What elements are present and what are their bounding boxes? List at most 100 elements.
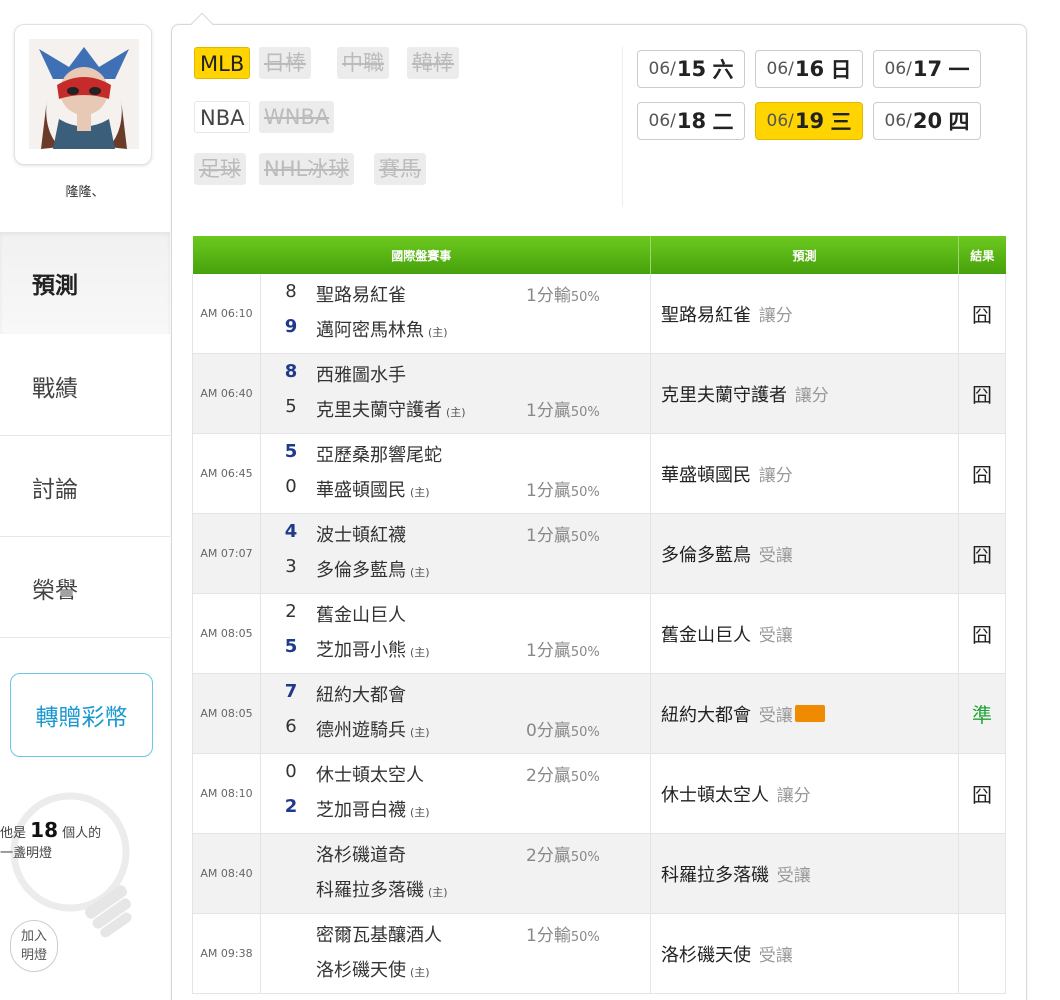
odds-percent: 50%	[570, 770, 600, 785]
lamp-count-text: 他是 18 個人的 一盞明燈	[0, 820, 150, 864]
odds-percent: 50%	[570, 290, 600, 305]
result: 囧	[958, 274, 1006, 354]
header-games: 國際盤賽事	[192, 236, 651, 274]
prediction-team: 華盛頓國民	[661, 464, 751, 486]
prediction-type: 受讓	[758, 945, 793, 966]
league-nhl[interactable]: NHL冰球	[259, 153, 355, 185]
nav-record-label: 戰績	[32, 375, 78, 402]
home-team[interactable]: 科羅拉多落磯	[316, 880, 424, 901]
date-0620[interactable]: 06/20 四	[873, 102, 981, 140]
league-soccer[interactable]: 足球	[194, 153, 246, 185]
game-cell: 0 休士頓太空人 2 芝加哥白襪 (主) 2分贏50%	[260, 753, 651, 834]
home-score: 9	[284, 316, 298, 337]
home-team[interactable]: 洛杉磯天使	[316, 960, 406, 981]
odds-percent: 50%	[570, 405, 600, 420]
nav-discussion[interactable]: 討論	[0, 437, 170, 537]
join-lamp-button[interactable]: 加入 明燈	[10, 920, 58, 972]
league-horse[interactable]: 賽馬	[374, 153, 426, 185]
away-team[interactable]: 亞歷桑那響尾蛇	[316, 441, 442, 467]
prediction-cell: 科羅拉多落磯 受讓	[650, 833, 959, 914]
league-wnba[interactable]: WNBA	[259, 101, 335, 133]
game-cell: 密爾瓦基釀酒人洛杉磯天使 (主) 1分輸50%	[260, 913, 651, 994]
prediction-type: 讓分	[794, 385, 829, 406]
home-score: 5	[285, 396, 297, 417]
games-table: 國際盤賽事 預測 結果 AM 06:10 8 聖路易紅雀 9 邁阿密馬林魚 (主) 1分輸5…	[192, 236, 1006, 994]
game-time: AM 06:45	[192, 433, 261, 514]
result	[958, 913, 1006, 994]
home-mark: (主)	[410, 486, 430, 499]
away-team[interactable]: 聖路易紅雀	[316, 281, 406, 307]
odds-value: 1分輸	[526, 286, 571, 306]
away-score: 8	[284, 361, 298, 382]
away-score: 7	[284, 681, 298, 702]
gift-coins-button[interactable]: 轉贈彩幣	[10, 673, 153, 757]
league-npb[interactable]: 日棒	[259, 47, 311, 79]
date-0616[interactable]: 06/16 日	[755, 50, 863, 88]
odds: 2分贏50%	[526, 841, 600, 866]
league-cpbl[interactable]: 中職	[337, 47, 389, 79]
avatar-image	[29, 39, 139, 149]
home-team-wrap: 洛杉磯天使 (主)	[316, 956, 430, 982]
home-team-wrap: 邁阿密馬林魚 (主)	[316, 316, 448, 342]
prediction-cell: 聖路易紅雀 讓分	[650, 274, 959, 354]
odds: 1分輸50%	[526, 921, 600, 946]
result: 囧	[958, 753, 1006, 834]
prediction-team: 舊金山巨人	[661, 624, 751, 646]
nav-honor[interactable]: 榮譽	[0, 538, 170, 638]
away-team[interactable]: 洛杉磯道奇	[316, 841, 406, 867]
game-time: AM 07:07	[192, 513, 261, 594]
home-score: 6	[285, 716, 297, 737]
table-row: AM 08:05 7 紐約大都會 6 德州遊騎兵 (主) 0分贏50% 紐約大都會 受讓準	[192, 673, 1006, 754]
home-mark: (主)	[410, 966, 430, 979]
prediction-cell: 華盛頓國民 讓分	[650, 433, 959, 514]
prediction-type: 讓分	[758, 465, 793, 486]
away-team[interactable]: 休士頓太空人	[316, 761, 424, 787]
date-0618[interactable]: 06/18 二	[637, 102, 745, 140]
nav-honor-label: 榮譽	[32, 577, 78, 604]
odds-value: 2分贏	[526, 846, 571, 866]
odds-value: 1分輸	[526, 926, 571, 946]
avatar[interactable]	[14, 24, 152, 165]
lamp-line2: 一盞明燈	[0, 846, 53, 861]
prediction-type: 受讓	[758, 545, 793, 566]
game-cell: 8 聖路易紅雀 9 邁阿密馬林魚 (主) 1分輸50%	[260, 274, 651, 354]
table-row: AM 09:38 密爾瓦基釀酒人 洛杉磯天使 (主) 1分輸50% 洛杉磯天使 受讓	[192, 913, 1006, 994]
home-mark: (主)	[410, 726, 430, 739]
away-team[interactable]: 密爾瓦基釀酒人	[316, 921, 442, 947]
prediction-type: 受讓	[758, 705, 793, 726]
odds: 0分贏50%	[526, 716, 600, 741]
main-pick-badge-icon	[794, 705, 825, 722]
odds-percent: 50%	[570, 930, 600, 945]
prediction-type: 受讓	[758, 625, 793, 646]
away-team[interactable]: 西雅圖水手	[316, 361, 406, 387]
date-0617[interactable]: 06/17 一	[873, 50, 981, 88]
home-team[interactable]: 德州遊騎兵	[316, 720, 406, 741]
nav-predict[interactable]: 預測	[0, 232, 170, 334]
home-score: 3	[285, 556, 297, 577]
result: 囧	[958, 593, 1006, 674]
home-mark: (主)	[428, 326, 448, 339]
game-time: AM 08:05	[192, 673, 261, 754]
result: 準	[958, 673, 1006, 754]
home-mark: (主)	[446, 406, 466, 419]
date-0619[interactable]: 06/19 三	[755, 102, 863, 140]
home-mark: (主)	[410, 806, 430, 819]
home-team[interactable]: 芝加哥白襪	[316, 800, 406, 821]
league-mlb[interactable]: MLB	[194, 47, 251, 79]
game-time: AM 06:40	[192, 353, 261, 434]
away-team[interactable]: 舊金山巨人	[316, 601, 406, 627]
away-team[interactable]: 紐約大都會	[316, 681, 406, 707]
home-team-wrap: 德州遊騎兵 (主)	[316, 716, 430, 742]
away-team[interactable]: 波士頓紅襪	[316, 521, 406, 547]
home-team[interactable]: 克里夫蘭守護者	[316, 400, 442, 421]
home-team[interactable]: 芝加哥小熊	[316, 640, 406, 661]
date-0615[interactable]: 06/15 六	[637, 50, 745, 88]
home-team[interactable]: 多倫多藍鳥	[316, 560, 406, 581]
home-team-wrap: 芝加哥白襪 (主)	[316, 796, 430, 822]
nav-record[interactable]: 戰績	[0, 336, 170, 436]
home-team[interactable]: 邁阿密馬林魚	[316, 320, 424, 341]
league-nba[interactable]: NBA	[194, 101, 251, 133]
league-kbo[interactable]: 韓棒	[407, 47, 459, 79]
home-team[interactable]: 華盛頓國民	[316, 480, 406, 501]
odds: 1分輸50%	[526, 281, 600, 306]
